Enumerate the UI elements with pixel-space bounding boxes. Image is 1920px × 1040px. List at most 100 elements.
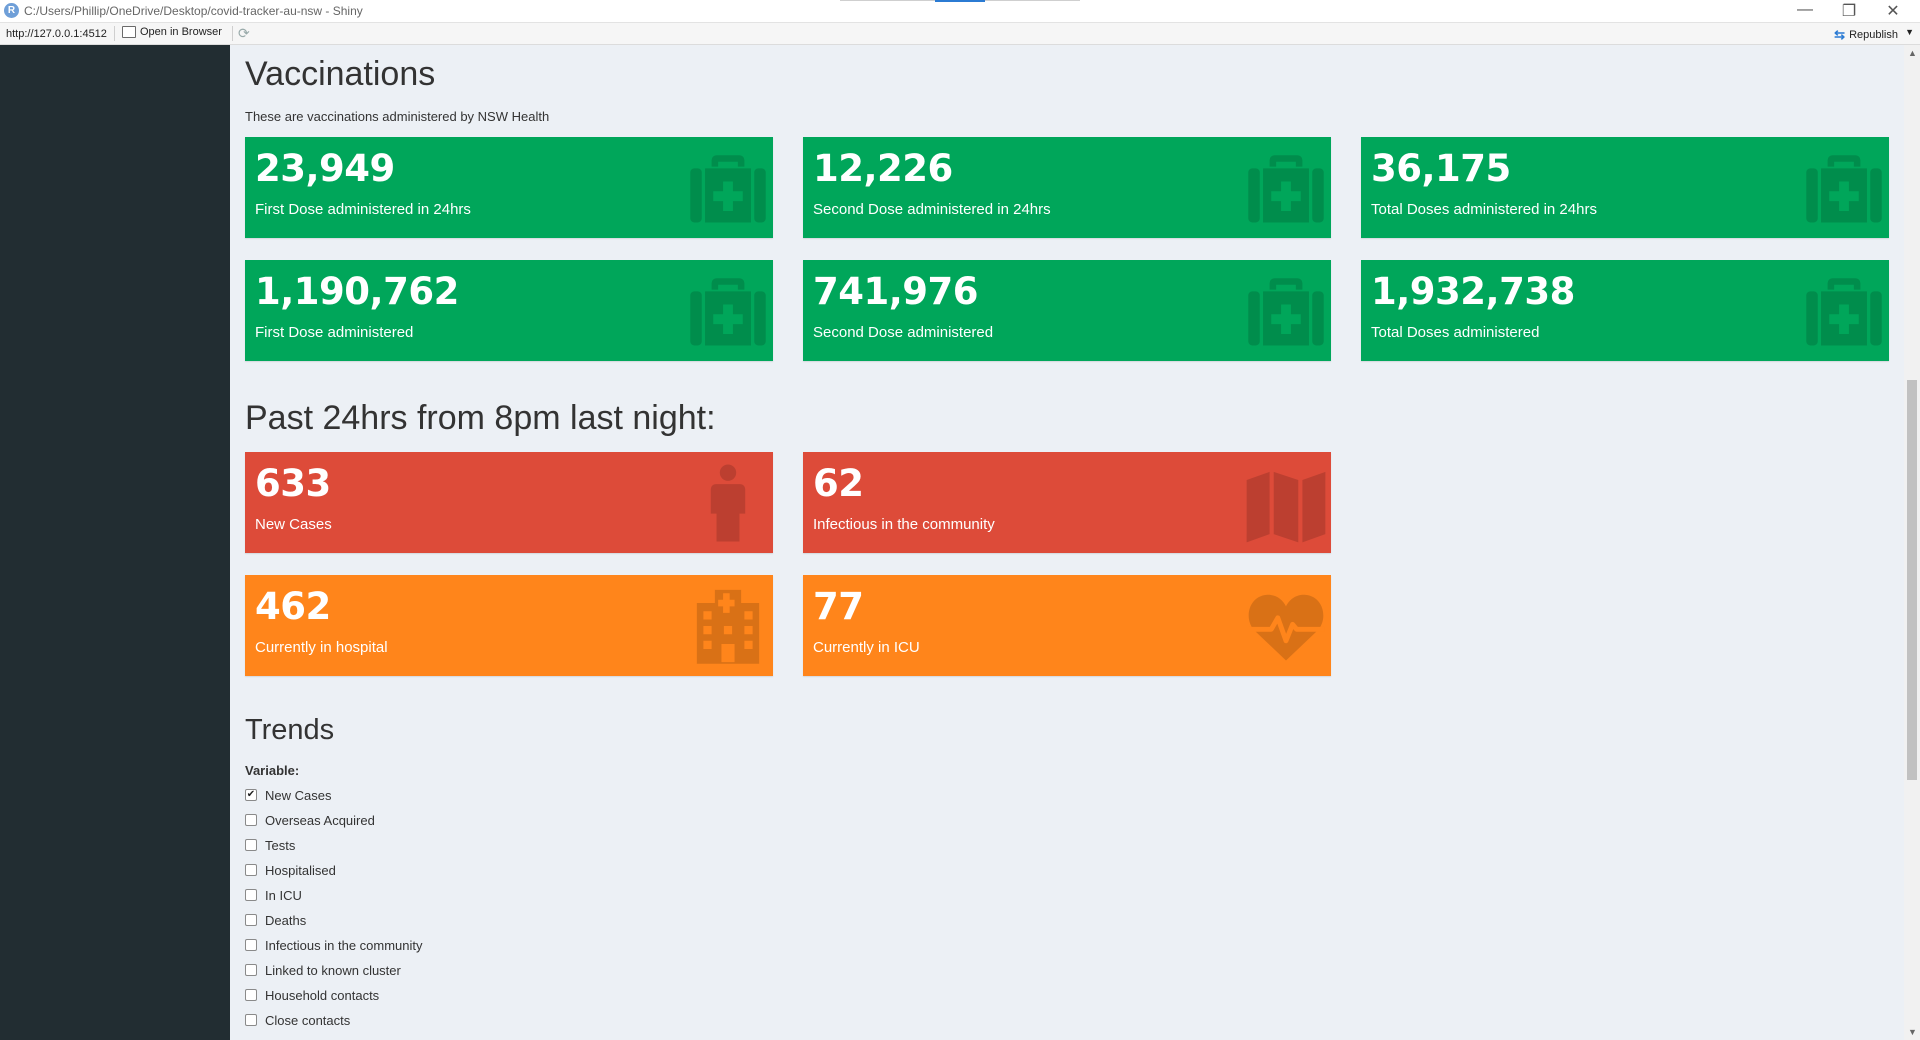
- refresh-icon[interactable]: ⟳: [238, 25, 250, 42]
- checkbox-close-contacts[interactable]: Close contacts: [245, 1010, 350, 1030]
- value-box-second-dose-24hrs: 12,226 Second Dose administered in 24hrs: [803, 137, 1331, 238]
- window-title: C:/Users/Phillip/OneDrive/Desktop/covid-…: [24, 4, 363, 18]
- past-24hrs-heading: Past 24hrs from 8pm last night:: [245, 399, 716, 437]
- checkbox-label: Overseas Acquired: [265, 812, 375, 828]
- scroll-down-icon[interactable]: ▼: [1908, 1027, 1917, 1037]
- value-box-value: 633: [255, 462, 331, 505]
- value-box-label: New Cases: [255, 516, 332, 533]
- medkit-icon: [1803, 147, 1885, 229]
- republish-dropdown-icon[interactable]: ▼: [1905, 27, 1914, 37]
- variable-label: Variable:: [245, 763, 300, 778]
- checkbox-in-icu[interactable]: In ICU: [245, 885, 302, 905]
- value-box-value: 77: [813, 585, 864, 628]
- medkit-icon: [687, 270, 769, 352]
- checkbox-linked-cluster[interactable]: Linked to known cluster: [245, 960, 401, 980]
- medkit-icon: [1803, 270, 1885, 352]
- checkbox-infectious-community[interactable]: Infectious in the community: [245, 935, 423, 955]
- hospital-icon: [687, 585, 769, 667]
- value-box-value: 1,190,762: [255, 270, 459, 313]
- medkit-icon: [687, 147, 769, 229]
- checkbox-box[interactable]: ✔: [245, 789, 257, 801]
- open-in-browser-button[interactable]: Open in Browser: [122, 26, 222, 38]
- tab-divider: [840, 0, 935, 1]
- republish-icon: ⇆: [1834, 27, 1846, 42]
- checkbox-box[interactable]: [245, 864, 257, 876]
- checkbox-household-contacts[interactable]: Household contacts: [245, 985, 379, 1005]
- value-box-label: First Dose administered in 24hrs: [255, 201, 471, 218]
- value-box-value: 1,932,738: [1371, 270, 1575, 313]
- value-box-infectious-community: 62 Infectious in the community: [803, 452, 1331, 553]
- medkit-icon: [1245, 270, 1327, 352]
- value-box-label: Infectious in the community: [813, 516, 995, 533]
- checkbox-new-cases[interactable]: ✔ New Cases: [245, 785, 331, 805]
- checkbox-box[interactable]: [245, 839, 257, 851]
- checkbox-box[interactable]: [245, 989, 257, 1001]
- r-logo-icon: R: [4, 3, 19, 18]
- checkbox-box[interactable]: [245, 1014, 257, 1026]
- person-icon: [687, 462, 769, 544]
- value-box-total-doses-24hrs: 36,175 Total Doses administered in 24hrs: [1361, 137, 1889, 238]
- tab-divider: [985, 0, 1080, 1]
- value-box-label: Currently in hospital: [255, 639, 388, 656]
- value-box-value: 23,949: [255, 147, 395, 190]
- value-box-new-cases: 633 New Cases: [245, 452, 773, 553]
- checkbox-hospitalised[interactable]: Hospitalised: [245, 860, 336, 880]
- checkbox-box[interactable]: [245, 939, 257, 951]
- active-tab-indicator: [935, 0, 985, 2]
- value-box-value: 36,175: [1371, 147, 1511, 190]
- trends-heading: Trends: [245, 714, 335, 746]
- scrollbar-thumb[interactable]: [1907, 380, 1917, 780]
- restore-button[interactable]: ❐: [1834, 1, 1864, 21]
- checkbox-box[interactable]: [245, 814, 257, 826]
- checkbox-box[interactable]: [245, 889, 257, 901]
- checkbox-label: Hospitalised: [265, 862, 336, 878]
- browser-window-icon: [122, 26, 136, 38]
- toolbar-separator: [114, 26, 115, 41]
- window-titlebar: R C:/Users/Phillip/OneDrive/Desktop/covi…: [0, 0, 1920, 23]
- value-box-value: 462: [255, 585, 331, 628]
- checkbox-label: Household contacts: [265, 987, 380, 1003]
- checkbox-label: In ICU: [265, 887, 302, 903]
- value-box-label: Total Doses administered: [1371, 324, 1540, 341]
- open-in-browser-label: Open in Browser: [140, 26, 222, 38]
- value-box-label: Second Dose administered: [813, 324, 994, 341]
- viewer-toolbar: http://127.0.0.1:4512 Open in Browser ⟳ …: [0, 23, 1920, 45]
- checkbox-tests[interactable]: Tests: [245, 835, 295, 855]
- sidebar: [0, 45, 230, 1040]
- checkbox-box[interactable]: [245, 914, 257, 926]
- page-scrollbar[interactable]: ▲ ▼: [1904, 45, 1920, 1040]
- value-box-first-dose-24hrs: 23,949 First Dose administered in 24hrs: [245, 137, 773, 238]
- close-button[interactable]: ✕: [1878, 1, 1908, 21]
- value-box-label: Total Doses administered in 24hrs: [1371, 201, 1597, 218]
- value-box-value: 62: [813, 462, 864, 505]
- checkbox-label: New Cases: [265, 787, 332, 803]
- checkbox-label: Deaths: [265, 912, 307, 928]
- url-display: http://127.0.0.1:4512: [6, 28, 107, 40]
- value-box-in-icu: 77 Currently in ICU: [803, 575, 1331, 676]
- vaccinations-heading: Vaccinations: [245, 55, 436, 93]
- value-box-label: First Dose administered: [255, 324, 414, 341]
- republish-label: Republish: [1849, 29, 1898, 41]
- value-box-second-dose-total: 741,976 Second Dose administered: [803, 260, 1331, 361]
- value-box-value: 741,976: [813, 270, 979, 313]
- value-box-total-doses: 1,932,738 Total Doses administered: [1361, 260, 1889, 361]
- scroll-up-icon[interactable]: ▲: [1908, 48, 1917, 58]
- value-box-in-hospital: 462 Currently in hospital: [245, 575, 773, 676]
- value-box-label: Currently in ICU: [813, 639, 920, 656]
- republish-button[interactable]: ⇆ Republish: [1834, 27, 1898, 43]
- checkbox-deaths[interactable]: Deaths: [245, 910, 306, 930]
- value-box-first-dose-total: 1,190,762 First Dose administered: [245, 260, 773, 361]
- checkbox-overseas-acquired[interactable]: Overseas Acquired: [245, 810, 375, 830]
- medkit-icon: [1245, 147, 1327, 229]
- checkbox-label: Linked to known cluster: [265, 962, 401, 978]
- checkbox-label: Infectious in the community: [265, 937, 423, 953]
- vaccinations-subtitle: These are vaccinations administered by N…: [245, 109, 550, 124]
- checkbox-label: Close contacts: [265, 1012, 351, 1028]
- value-box-value: 12,226: [813, 147, 953, 190]
- value-box-label: Second Dose administered in 24hrs: [813, 201, 1051, 218]
- heartbeat-icon: [1245, 585, 1327, 667]
- minimize-button[interactable]: —: [1790, 1, 1820, 19]
- checkbox-label: Tests: [265, 837, 296, 853]
- toolbar-separator: [232, 26, 233, 41]
- checkbox-box[interactable]: [245, 964, 257, 976]
